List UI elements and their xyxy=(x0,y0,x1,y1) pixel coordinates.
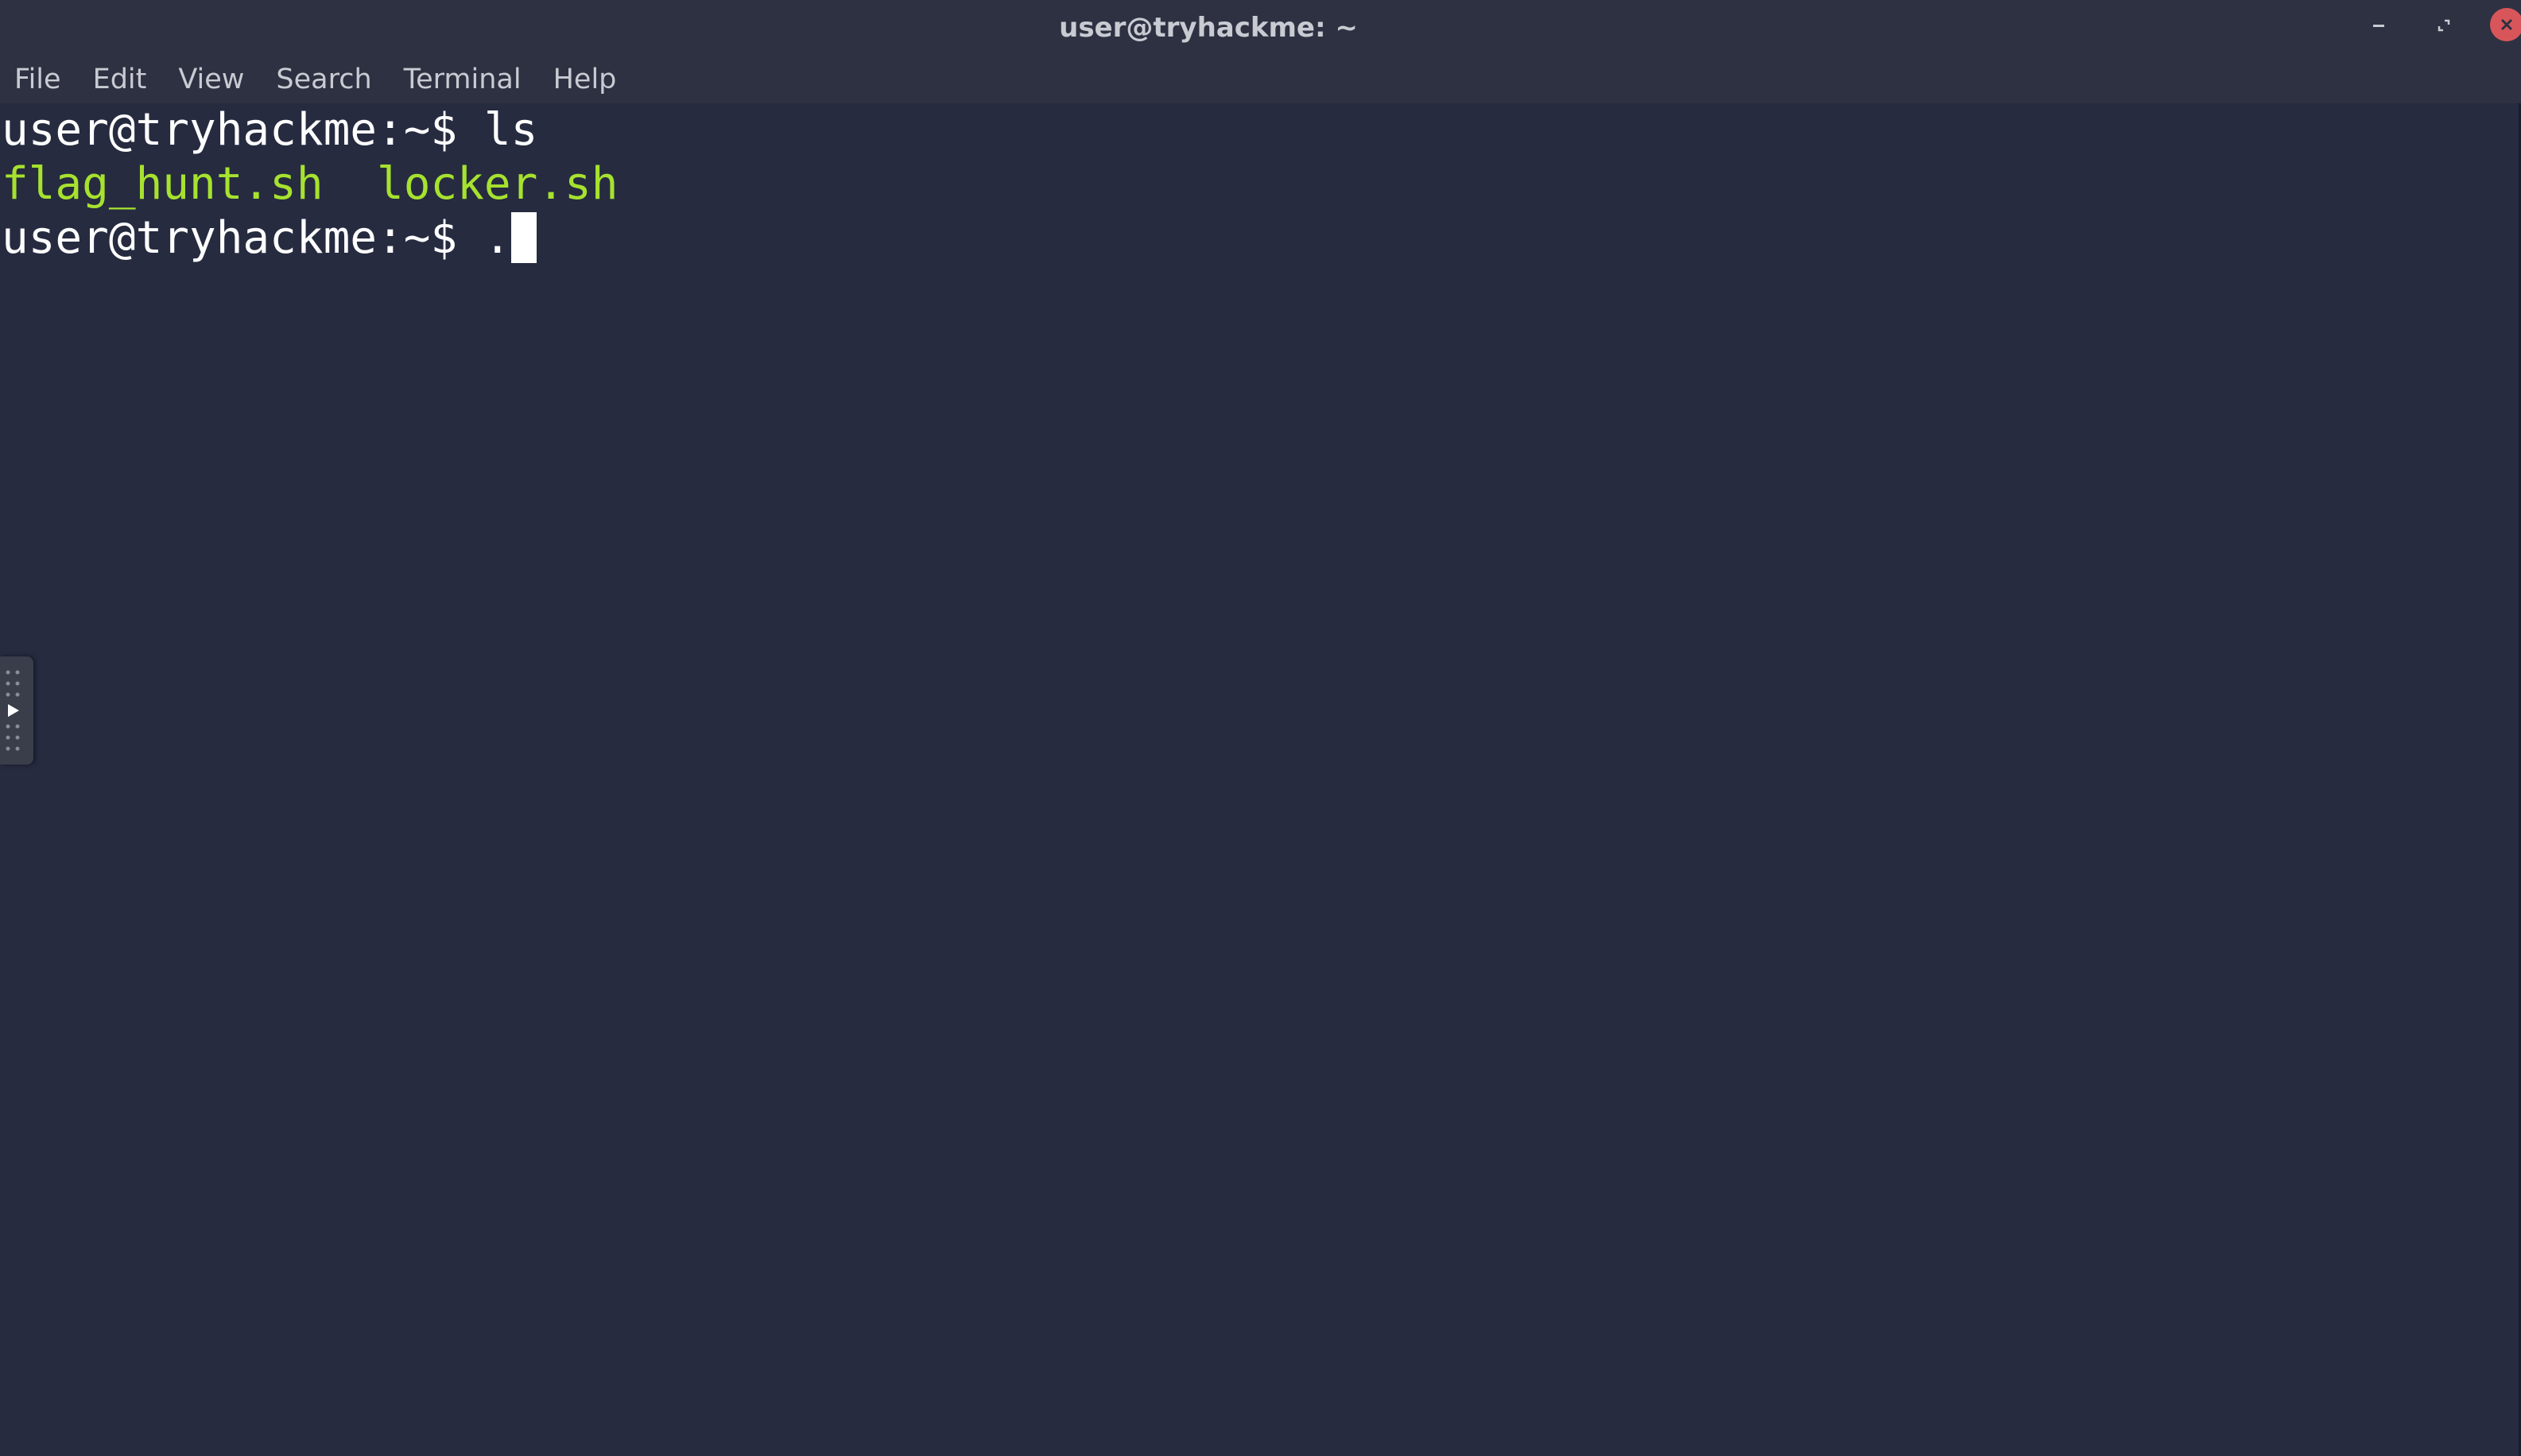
side-panel-handle[interactable] xyxy=(0,656,33,765)
file-separator xyxy=(324,158,377,210)
menu-view[interactable]: View xyxy=(162,56,260,103)
maximize-button[interactable] xyxy=(2428,10,2460,41)
terminal-window: user@tryhackme: ~ File Edit View Search … xyxy=(0,0,2521,1456)
menu-bar: File Edit View Search Terminal Help xyxy=(0,56,2521,103)
close-button[interactable] xyxy=(2490,8,2521,41)
terminal-line: user@tryhackme:~$ . xyxy=(2,211,537,265)
maximize-icon xyxy=(2438,19,2450,32)
menu-search[interactable]: Search xyxy=(260,56,387,103)
minimize-button[interactable] xyxy=(2363,10,2395,41)
menu-help[interactable]: Help xyxy=(537,56,633,103)
shell-input[interactable]: . xyxy=(484,212,511,264)
terminal-line: flag_hunt.sh locker.sh xyxy=(2,157,618,211)
terminal-output[interactable]: user@tryhackme:~$ ls flag_hunt.sh locker… xyxy=(0,103,2521,1456)
menu-edit[interactable]: Edit xyxy=(77,56,163,103)
shell-prompt: user@tryhackme:~$ xyxy=(2,104,484,156)
file-entry: locker.sh xyxy=(377,158,619,210)
minimize-icon xyxy=(2373,25,2384,27)
file-entry: flag_hunt.sh xyxy=(2,158,324,210)
window-title: user@tryhackme: ~ xyxy=(1059,12,1358,44)
menu-terminal[interactable]: Terminal xyxy=(388,56,537,103)
shell-command: ls xyxy=(483,104,538,156)
play-arrow-icon xyxy=(6,670,20,751)
shell-prompt: user@tryhackme:~$ xyxy=(2,212,484,264)
close-icon xyxy=(2500,18,2513,31)
text-cursor xyxy=(510,211,537,263)
menu-file[interactable]: File xyxy=(0,56,77,103)
terminal-line: user@tryhackme:~$ ls xyxy=(2,103,537,157)
title-bar[interactable]: user@tryhackme: ~ xyxy=(0,0,2521,56)
